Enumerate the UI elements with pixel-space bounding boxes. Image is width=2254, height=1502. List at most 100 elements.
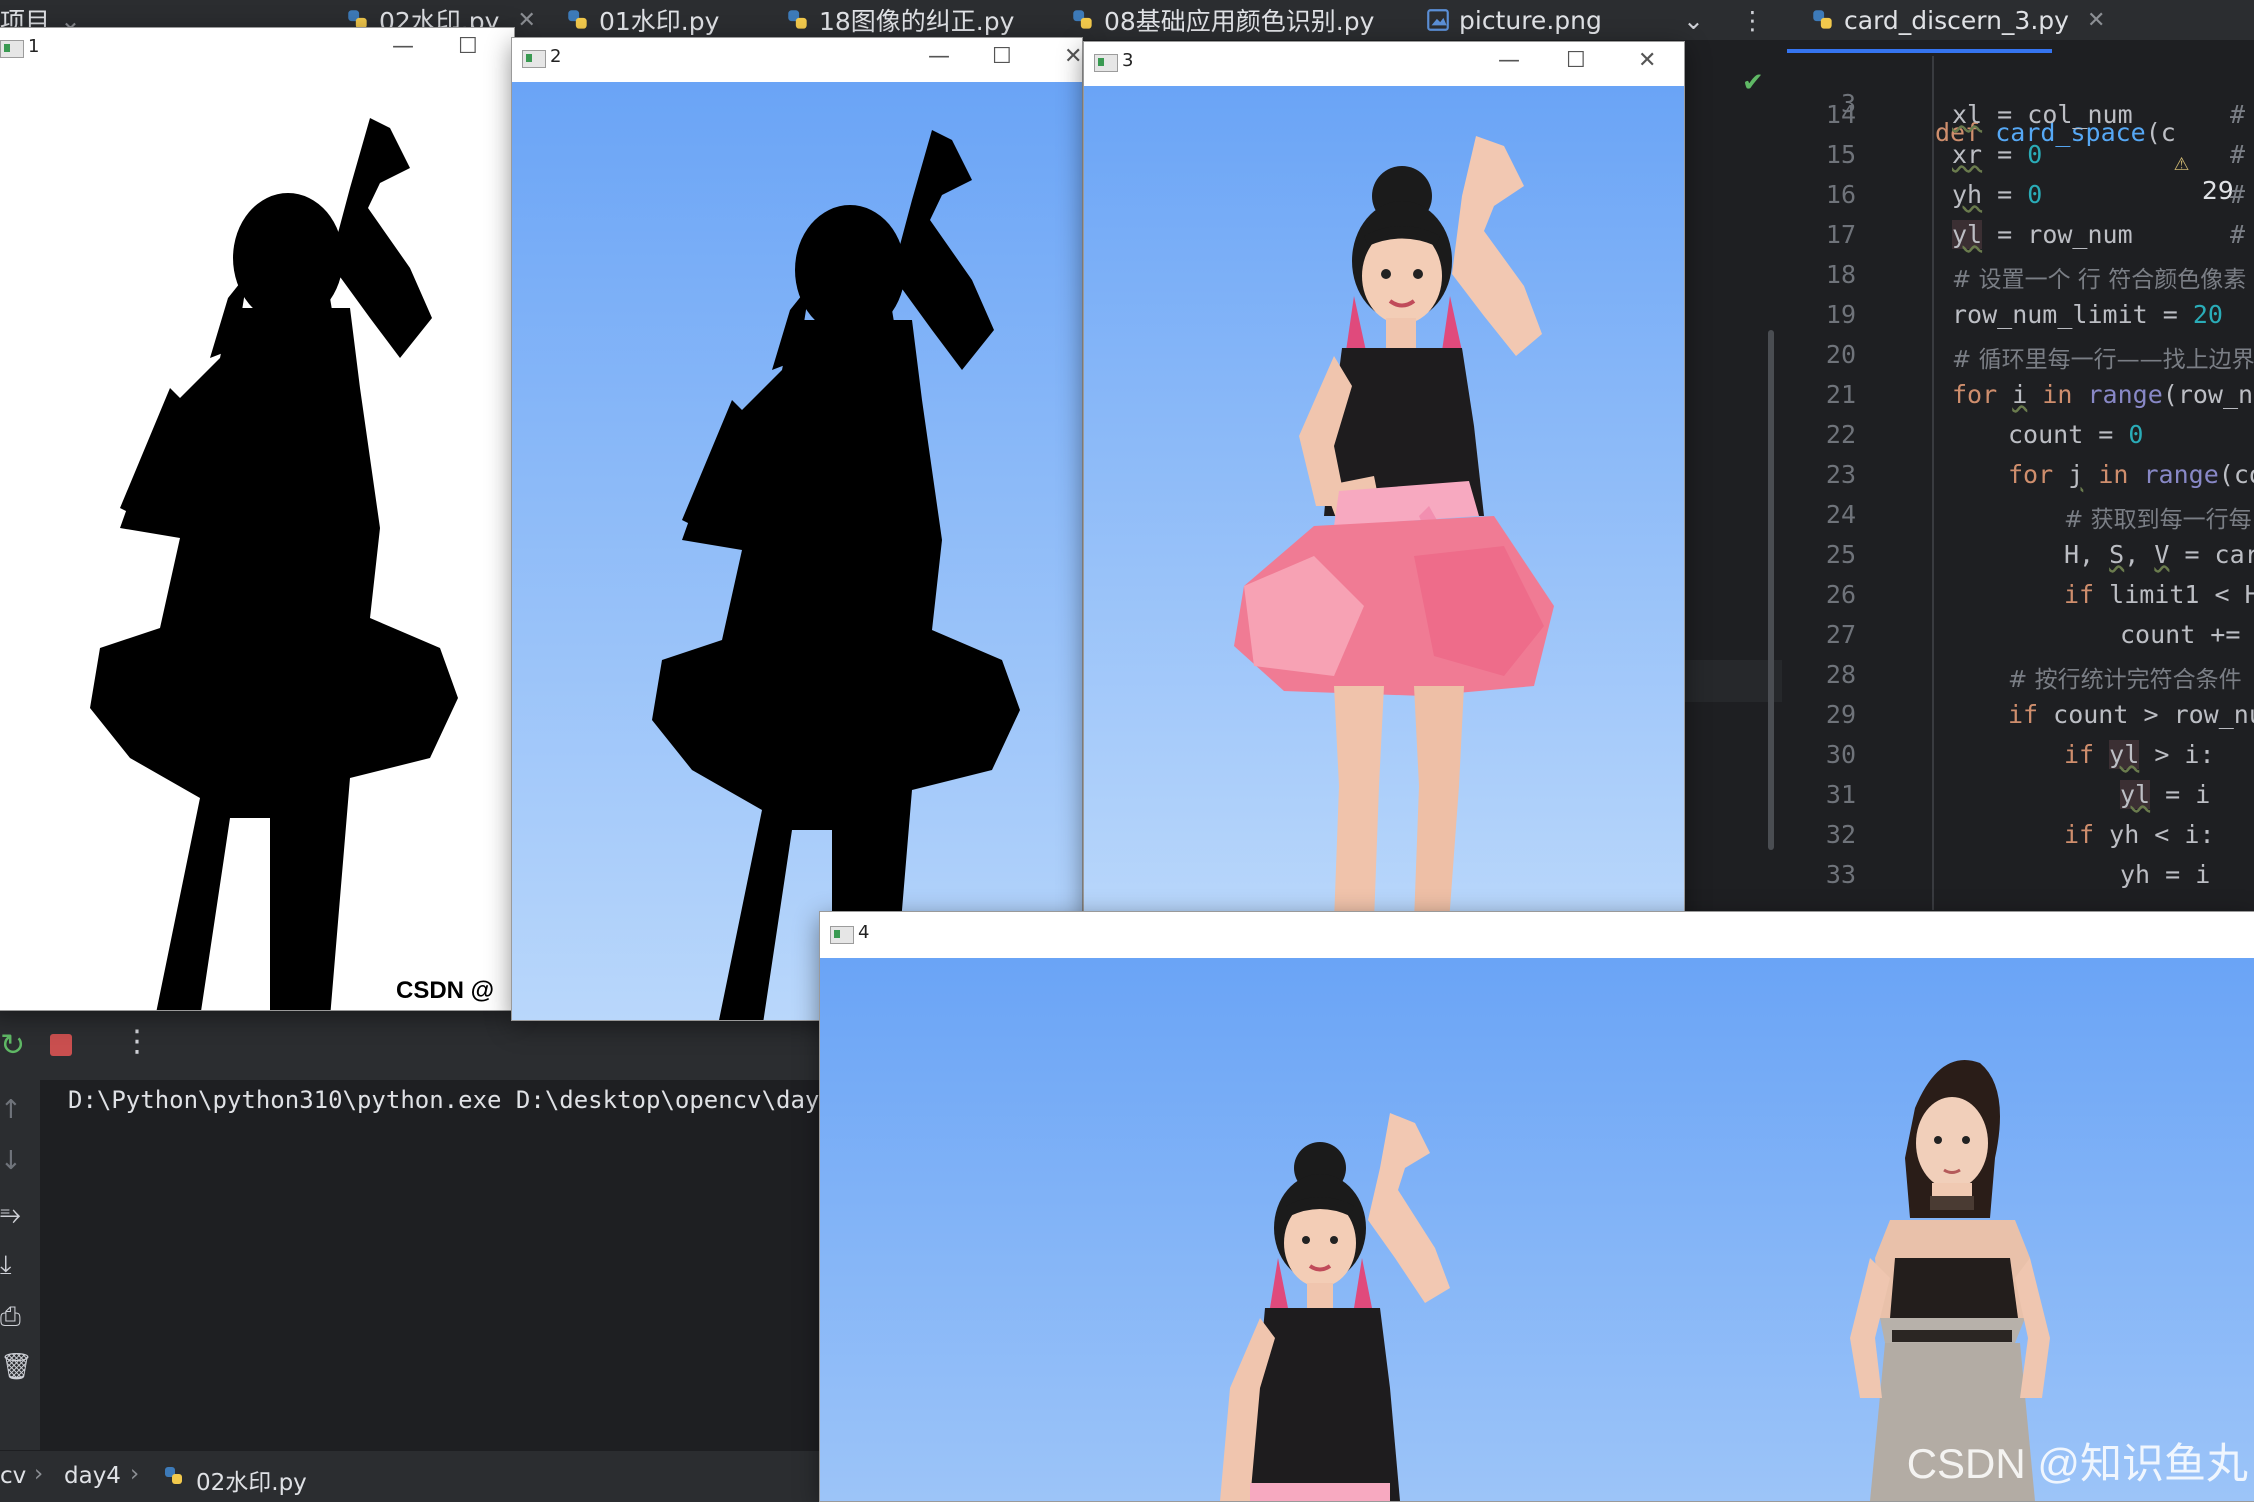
code-line: 22 count = 0 <box>1782 420 2254 460</box>
line-number: 30 <box>1825 740 1856 769</box>
window-title: 2 <box>550 46 562 67</box>
stop-icon[interactable] <box>50 1034 72 1056</box>
tab-18-correction[interactable]: 18图像的纠正.py <box>785 0 1014 40</box>
tab-label: 18图像的纠正.py <box>819 7 1015 36</box>
tab-picture[interactable]: picture.png <box>1425 0 1602 40</box>
maximize-icon[interactable]: ☐ <box>992 44 1012 69</box>
rerun-icon[interactable]: ↻ <box>0 1028 25 1063</box>
trash-icon[interactable]: 🗑 <box>0 1352 33 1382</box>
app-icon <box>1094 54 1118 72</box>
line-number: 21 <box>1825 380 1856 409</box>
vertical-scrollbar[interactable] <box>1768 330 1774 850</box>
line-number: 23 <box>1825 460 1856 489</box>
line-number: 28 <box>1825 660 1856 689</box>
code-comment: # 获取到每一行每 <box>2064 507 2252 533</box>
close-icon[interactable]: ✕ <box>1638 48 1656 73</box>
scroll-to-end-icon[interactable]: ⤓ <box>0 1250 12 1281</box>
status-bar-breadcrumb: cv › day4 › 02水印.py <box>0 1450 830 1502</box>
run-side-toolbar: ↑ ↓ ⥱ ⤓ ⎙ 🗑 <box>0 1080 40 1450</box>
window-titlebar[interactable]: 2 — ☐ ✕ <box>512 38 1082 78</box>
code-line: 28 # 按行统计完符合条件 <box>1782 660 2254 700</box>
image-window-4[interactable]: 4 CSDN @知识鱼丸 <box>820 912 2254 1501</box>
code-line: 23for j in range(col <box>1782 460 2254 500</box>
breadcrumb-root[interactable]: cv <box>0 1463 26 1489</box>
code-comment: # 按行统计完符合条件 <box>2008 667 2242 693</box>
breadcrumb-file[interactable]: 02水印.py <box>196 1463 307 1497</box>
watermark-text: CSDN @知识鱼丸 <box>1906 1440 2248 1487</box>
code-line: 24 # 获取到每一行每 <box>1782 500 2254 540</box>
line-number: 32 <box>1825 820 1856 849</box>
code-line: 15 xr = 0 # <box>1782 140 2254 180</box>
tab-card-discern[interactable]: card_discern_3.py ✕ <box>1810 0 2105 40</box>
close-icon[interactable]: ✕ <box>1064 44 1082 69</box>
soft-wrap-icon[interactable]: ⥱ <box>0 1200 21 1231</box>
code-line: 21for i in range(row_num <box>1782 380 2254 420</box>
line-number: 29 <box>1825 700 1856 729</box>
check-icon: ✔ <box>1742 68 1764 98</box>
line-number: 19 <box>1825 300 1856 329</box>
dancer-photo <box>1084 86 1684 922</box>
tab-08-color[interactable]: 08基础应用颜色识别.py <box>1070 0 1374 40</box>
console-output[interactable]: D:\Python\python310\python.exe D:\deskto… <box>40 1080 848 1450</box>
code-line: 19 row_num_limit = 20 <box>1782 300 2254 340</box>
more-options-icon[interactable]: ⋮ <box>122 1024 152 1059</box>
code-line: 20 # 循环里每一行——找上边界 <box>1782 340 2254 380</box>
tab-label: 01水印.py <box>599 7 720 36</box>
code-line: 14 xl = col_num # <box>1782 100 2254 140</box>
line-number: 33 <box>1825 860 1856 889</box>
app-icon <box>830 926 854 944</box>
code-line: 31 yl = i <box>1782 780 2254 820</box>
image-window-1[interactable]: 1 — ☐ CSDN @ <box>0 28 514 1010</box>
minimize-icon[interactable]: — <box>1498 48 1520 73</box>
tab-01-watermark[interactable]: 01水印.py <box>565 0 719 40</box>
active-tab-indicator <box>1787 49 2052 53</box>
window-title: 4 <box>858 922 870 943</box>
close-icon[interactable]: ✕ <box>517 8 535 33</box>
watermark-text: CSDN @ <box>396 977 494 1004</box>
tab-label: picture.png <box>1459 5 1602 35</box>
window-title: 3 <box>1122 50 1134 71</box>
line-number: 20 <box>1825 340 1856 369</box>
code-line: 16 yh = 0 # <box>1782 180 2254 220</box>
line-number: 18 <box>1825 260 1856 289</box>
breadcrumb-folder[interactable]: day4 <box>64 1463 121 1489</box>
console-command-line: D:\Python\python310\python.exe D:\deskto… <box>68 1086 849 1114</box>
image-window-3[interactable]: 3 — ☐ ✕ <box>1084 42 1684 922</box>
code-line: 29if count > row_num <box>1782 700 2254 740</box>
more-options-icon[interactable]: ⋮ <box>1740 0 1765 40</box>
code-line: 26 if limit1 < H <box>1782 580 2254 620</box>
app-icon <box>0 40 24 58</box>
arrow-up-icon[interactable]: ↑ <box>0 1095 22 1125</box>
run-toolbar: ↻ ⋮ <box>0 1010 830 1081</box>
line-number: 27 <box>1825 620 1856 649</box>
maximize-icon[interactable]: ☐ <box>458 34 478 59</box>
minimize-icon[interactable]: — <box>928 44 950 69</box>
close-icon[interactable]: ✕ <box>2087 8 2105 33</box>
window-title: 1 <box>28 36 40 57</box>
image-file-icon <box>1427 9 1449 31</box>
window-titlebar[interactable]: 1 — ☐ <box>0 28 514 68</box>
line-number: 15 <box>1825 140 1856 169</box>
image-window-2[interactable]: 2 — ☐ ✕ <box>512 38 1082 1020</box>
code-line: 33 yh = i <box>1782 860 2254 900</box>
tab-label: 08基础应用颜色识别.py <box>1104 7 1375 36</box>
tabs-overflow-chevron-icon[interactable]: ⌄ <box>1683 0 1704 40</box>
maximize-icon[interactable]: ☐ <box>1566 48 1586 73</box>
print-icon[interactable]: ⎙ <box>0 1302 21 1333</box>
code-line: 30 if yl > i: <box>1782 740 2254 780</box>
line-number: 31 <box>1825 780 1856 809</box>
silhouette-image: CSDN @ <box>0 68 514 1010</box>
chevron-right-icon: › <box>130 1461 140 1487</box>
minimize-icon[interactable]: — <box>392 34 414 59</box>
line-number: 26 <box>1825 580 1856 609</box>
python-file-icon <box>1073 10 1092 29</box>
window-titlebar[interactable]: 3 — ☐ ✕ <box>1084 42 1684 82</box>
python-file-icon <box>788 10 807 29</box>
window-titlebar[interactable]: 4 <box>820 912 2254 958</box>
code-line: 18 # 设置一个 行 符合颜色像素 <box>1782 260 2254 300</box>
composite-photo <box>820 958 2254 1501</box>
tab-label: card_discern_3.py <box>1844 5 2069 35</box>
line-number: 14 <box>1825 100 1856 129</box>
arrow-down-icon[interactable]: ↓ <box>0 1146 22 1176</box>
code-comment: # 设置一个 行 符合颜色像素 <box>1952 267 2247 293</box>
